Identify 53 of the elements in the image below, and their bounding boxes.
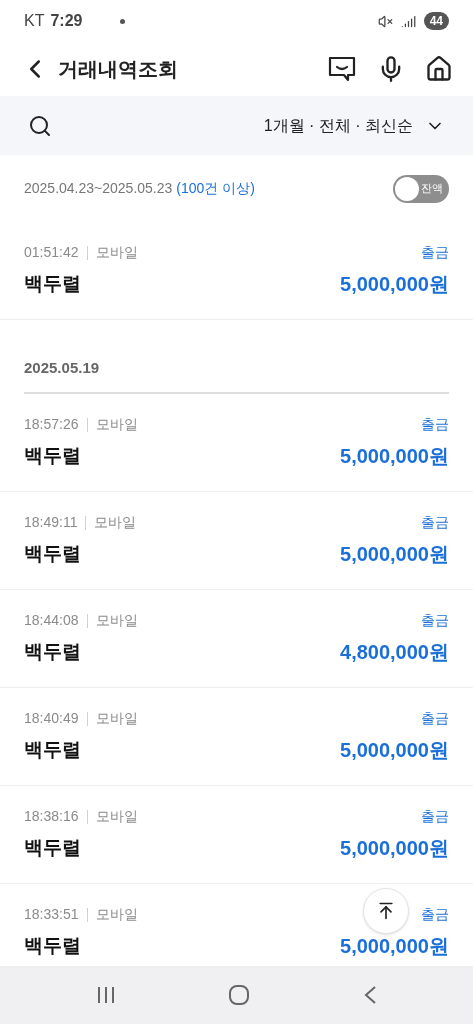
signal-icon xyxy=(400,13,416,29)
transaction-amount: 5,000,000원 xyxy=(340,272,449,297)
transaction-name: 백두렬 xyxy=(24,541,81,566)
transaction-channel: 모바일 xyxy=(95,611,138,630)
result-count: (100건 이상) xyxy=(176,179,255,198)
transaction-amount: 5,000,000원 xyxy=(340,444,449,469)
date-range: 2025.04.23~2025.05.23 xyxy=(24,179,173,198)
transaction-amount: 4,800,000원 xyxy=(340,640,449,665)
search-icon[interactable] xyxy=(28,113,52,138)
transaction-name: 백두렬 xyxy=(24,639,81,664)
transaction-name: 백두렬 xyxy=(24,271,81,296)
arrow-up-icon xyxy=(376,901,396,921)
home-button-icon[interactable] xyxy=(228,984,251,1006)
transaction-amount: 5,000,000원 xyxy=(340,934,449,959)
transaction-type: 출금 xyxy=(421,415,449,434)
transaction-time: 18:38:16 xyxy=(24,807,79,826)
transaction-time: 18:40:49 xyxy=(24,709,79,728)
transaction-amount: 5,000,000원 xyxy=(340,836,449,861)
recent-apps-icon[interactable] xyxy=(96,986,117,1004)
transaction-name: 백두렬 xyxy=(24,835,81,860)
transaction-type: 출금 xyxy=(421,243,449,262)
transaction-amount: 5,000,000원 xyxy=(340,542,449,567)
battery-icon: 44 xyxy=(423,12,449,30)
chat-icon[interactable] xyxy=(327,55,357,83)
date-header: 2025.05.19 xyxy=(24,359,100,376)
transaction-type: 출금 xyxy=(421,513,449,532)
transaction-channel: 모바일 xyxy=(95,807,138,826)
transaction-name: 백두렬 xyxy=(24,443,81,468)
transaction-time: 18:49:11 xyxy=(24,513,78,532)
transaction-time: 01:51:42 xyxy=(24,243,79,262)
clock: 7:29 xyxy=(50,11,83,31)
transaction-channel: 모바일 xyxy=(95,905,138,924)
transaction-type: 출금 xyxy=(421,611,449,630)
carrier: KT xyxy=(24,11,45,31)
transaction-type: 출금 xyxy=(421,709,449,728)
transaction-time: 18:33:51 xyxy=(24,905,79,924)
transaction-amount: 5,000,000원 xyxy=(340,738,449,763)
filter-dropdown[interactable]: 1개월 · 전체 · 최신순 xyxy=(263,113,445,138)
transaction-name: 백두렬 xyxy=(24,933,81,958)
mute-icon xyxy=(377,13,393,29)
home-icon[interactable] xyxy=(425,55,453,83)
transaction-time: 18:44:08 xyxy=(24,611,79,630)
transaction-time: 18:57:26 xyxy=(24,415,79,434)
transaction-channel: 모바일 xyxy=(95,415,138,434)
transaction-name: 백두렬 xyxy=(24,737,81,762)
transaction-channel: 모바일 xyxy=(95,243,138,262)
back-button-icon[interactable] xyxy=(362,985,377,1005)
transaction-channel: 모바일 xyxy=(95,709,138,728)
transaction-type: 출금 xyxy=(421,905,449,924)
transaction-channel: 모바일 xyxy=(94,513,137,532)
scroll-top-button[interactable] xyxy=(363,888,409,934)
transaction-type: 출금 xyxy=(421,807,449,826)
page-title: 거래내역조회 xyxy=(58,57,178,82)
